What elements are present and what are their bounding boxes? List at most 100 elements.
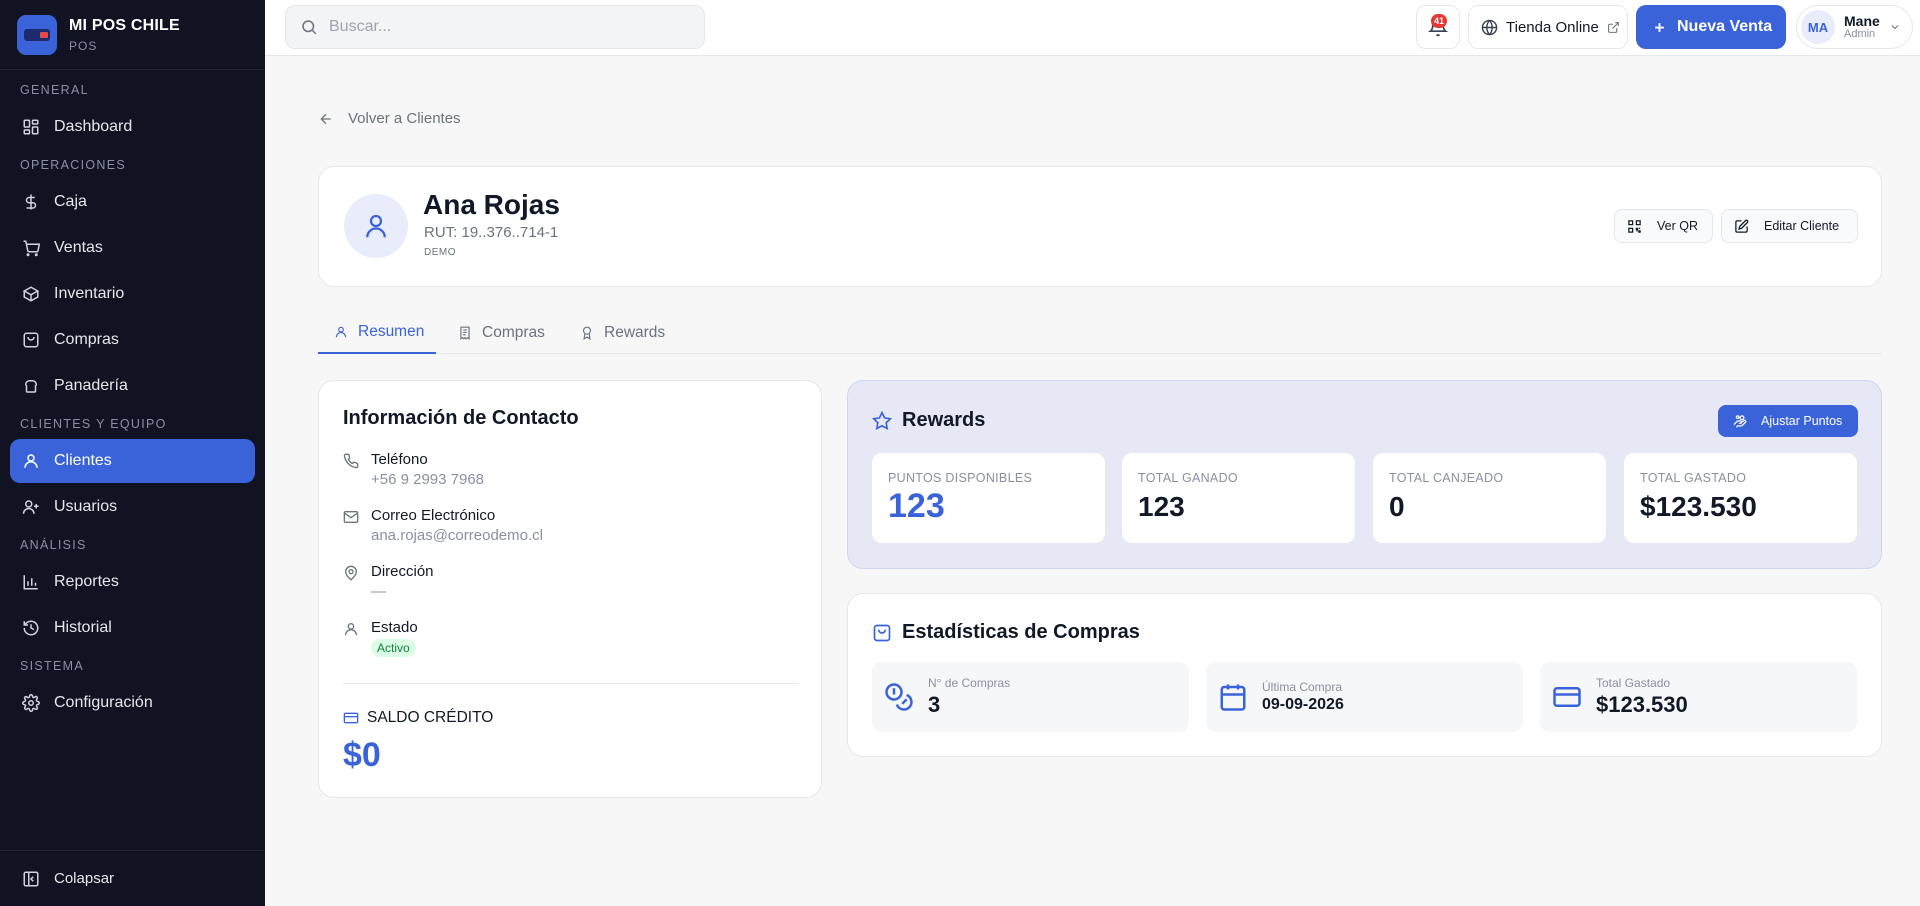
user-icon [335,326,347,337]
status-label: Estado [371,619,418,636]
nav-section-analisis: ANÁLISIS [20,538,87,552]
view-qr-label: Ver QR [1657,219,1698,233]
stat-available-points: PUNTOS DISPONIBLES 123 [872,453,1105,543]
edit-customer-button[interactable]: Editar Cliente [1721,209,1858,243]
view-qr-button[interactable]: Ver QR [1614,209,1713,243]
shopping-bag-icon [23,332,39,348]
nav-section-general: GENERAL [20,83,89,97]
credit-balance-label: SALDO CRÉDITO [343,709,493,727]
star-icon [872,410,892,430]
sidebar-item-historial[interactable]: Historial [10,606,255,650]
status-badge: Activo [371,639,416,657]
stat-total-spent: TOTAL GASTADO $123.530 [1624,453,1857,543]
address-value: — [371,583,386,600]
tab-label: Compras [482,323,545,341]
rewards-title-text: Rewards [902,409,986,431]
collapse-icon [23,871,39,886]
sidebar-item-label: Inventario [54,285,125,302]
topbar: 41 Tienda Online Nueva Venta MA Mane Adm… [265,0,1920,56]
nav-section-operaciones: OPERACIONES [20,158,126,172]
address-label: Dirección [371,563,434,580]
globe-icon [1481,19,1498,35]
sidebar-item-caja[interactable]: Caja [10,180,255,224]
receipt-icon [460,326,470,340]
edit-customer-label: Editar Cliente [1764,219,1840,233]
cart-icon [23,240,40,257]
customer-tabs: Resumen Compras Rewards [318,311,1882,354]
tab-compras[interactable]: Compras [458,311,545,354]
sidebar-item-label: Panadería [54,377,128,394]
sidebar-item-label: Historial [54,619,112,636]
bread-icon [24,380,38,393]
mail-icon [343,511,359,523]
credit-label-text: SALDO CRÉDITO [367,709,494,726]
award-icon [582,326,592,340]
sidebar-item-reportes[interactable]: Reportes [10,560,255,604]
email-label: Correo Electrónico [371,507,496,524]
chart-icon [23,575,38,590]
credit-card-icon [1553,687,1581,707]
tab-label: Rewards [604,323,666,341]
user-icon [24,454,38,468]
nav-section-clientes: CLIENTES Y EQUIPO [20,417,167,431]
divider [343,683,799,684]
search-box[interactable] [285,5,705,49]
sidebar-item-dashboard[interactable]: Dashboard [10,105,255,149]
purchase-stats-title-text: Estadísticas de Compras [902,621,1140,643]
online-store-label: Tienda Online [1506,18,1599,36]
purchase-stats-card: Estadísticas de Compras N° de Compras 3 … [847,593,1882,757]
stat-label: TOTAL CANJEADO [1389,471,1504,485]
sidebar-item-label: Dashboard [54,118,133,135]
customer-header-card: Ana Rojas RUT: 19..376..714-1 DEMO Ver Q… [318,166,1882,287]
tab-resumen[interactable]: Resumen [318,311,436,354]
sidebar-item-label: Usuarios [54,498,118,515]
stat-value: 0 [1389,491,1405,522]
sidebar-item-panaderia[interactable]: Panadería [10,364,255,408]
box-icon [22,286,40,302]
phone-icon [343,453,359,469]
stat-last-purchase: Última Compra 09-09-2026 [1206,662,1523,732]
avatar: MA [1801,10,1835,44]
tab-rewards[interactable]: Rewards [580,311,665,354]
sidebar-item-label: Clientes [54,452,112,469]
stat-label: TOTAL GANADO [1138,471,1238,485]
brand: MI POS CHILE POS [0,0,265,70]
rewards-card: Rewards Ajustar Puntos PUNTOS DISPONIBLE… [847,380,1882,569]
sidebar-item-label: Compras [54,331,119,348]
stat-value: $123.530 [1596,692,1688,717]
sidebar-item-usuarios[interactable]: Usuarios [10,485,255,529]
stat-total-redeemed: TOTAL CANJEADO 0 [1373,453,1606,543]
sidebar-item-clientes[interactable]: Clientes [10,439,255,483]
nav-section-sistema: SISTEMA [20,659,84,673]
notification-badge: 41 [1431,14,1447,28]
sidebar-item-label: Reportes [54,573,119,590]
stat-total-spent-purchases: Total Gastado $123.530 [1540,662,1857,732]
collapse-sidebar-button[interactable]: Colapsar [0,850,265,906]
sidebar-item-ventas[interactable]: Ventas [10,226,255,270]
new-sale-button[interactable]: Nueva Venta [1636,5,1786,49]
back-to-clients-link[interactable]: Volver a Clientes [318,110,461,127]
online-store-button[interactable]: Tienda Online [1468,5,1628,49]
customer-name: Ana Rojas [423,189,560,220]
credit-balance-value: $0 [343,736,381,774]
credit-card-icon [343,712,359,724]
contact-card-title: Información de Contacto [343,407,579,429]
brand-logo[interactable] [17,14,57,55]
stat-value: 09-09-2026 [1262,696,1344,713]
notifications-button[interactable]: 41 [1416,5,1460,49]
sidebar-item-inventario[interactable]: Inventario [10,272,255,316]
stat-value: 123 [1138,491,1185,522]
search-input[interactable] [329,18,689,36]
shopping-bag-icon [873,624,891,641]
external-link-icon [1607,21,1619,33]
customer-avatar [344,194,408,258]
user-menu[interactable]: MA Mane Admin [1796,5,1913,49]
phone-label: Teléfono [371,451,428,468]
stat-total-earned: TOTAL GANADO 123 [1122,453,1355,543]
user-icon [366,214,386,238]
sidebar-item-configuracion[interactable]: Configuración [10,681,255,725]
purchase-stats-title: Estadísticas de Compras [872,621,1140,644]
sidebar-item-compras[interactable]: Compras [10,318,255,362]
adjust-points-button[interactable]: Ajustar Puntos [1718,405,1858,437]
map-pin-icon [344,565,358,581]
